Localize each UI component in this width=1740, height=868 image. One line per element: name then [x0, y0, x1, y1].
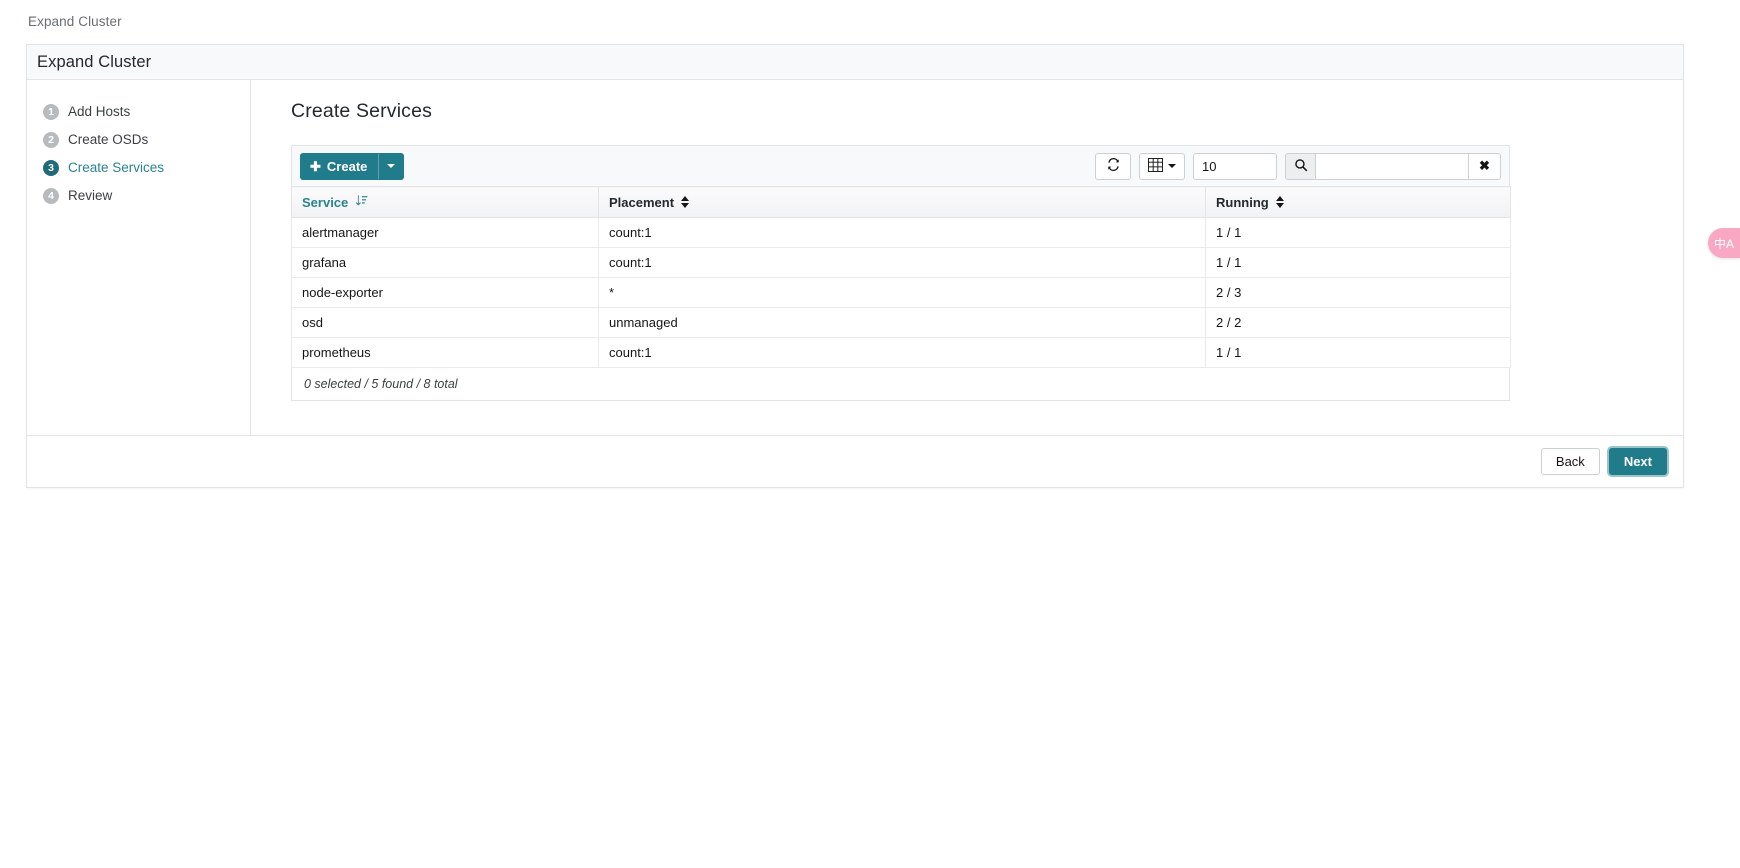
sort-amount-asc-icon [355, 194, 368, 210]
table-row[interactable]: prometheus count:1 1 / 1 [291, 337, 1511, 368]
services-table: Service Placement Running alertmanager c… [291, 186, 1511, 368]
refresh-icon [1106, 157, 1121, 175]
table-header-row: Service Placement Running [291, 186, 1511, 218]
back-button[interactable]: Back [1540, 448, 1600, 475]
sidebar-item-create-services[interactable]: 3 Create Services [27, 154, 250, 182]
translate-icon: 中A [1713, 236, 1734, 251]
sort-icon [681, 196, 690, 208]
column-label: Running [1216, 194, 1269, 210]
cell-running: 1 / 1 [1205, 217, 1511, 248]
sidebar-item-add-hosts[interactable]: 1 Add Hosts [27, 98, 250, 126]
search-group: ✖ [1285, 152, 1501, 180]
table-status-footer: 0 selected / 5 found / 8 total [291, 368, 1510, 401]
datatable-toolbar: ✚ Create 10 ✖ [291, 145, 1510, 186]
wizard-steps: 1 Add Hosts 2 Create OSDs 3 Create Servi… [27, 80, 251, 435]
cell-running: 1 / 1 [1205, 337, 1511, 368]
app-root: Expand Cluster Expand Cluster 1 Add Host… [0, 0, 1740, 868]
step-label: Create OSDs [68, 132, 149, 147]
next-button[interactable]: Next [1608, 448, 1667, 475]
step-label: Create Services [68, 160, 165, 175]
column-header-running[interactable]: Running [1205, 186, 1511, 218]
expand-cluster-panel: Expand Cluster 1 Add Hosts 2 Create OSDs… [26, 44, 1684, 488]
create-button[interactable]: ✚ Create [300, 152, 380, 180]
step-label: Add Hosts [68, 104, 131, 119]
cell-service: node-exporter [291, 277, 599, 308]
step-number-badge: 3 [43, 160, 59, 176]
table-columns-icon [1148, 157, 1163, 175]
clear-search-button[interactable]: ✖ [1468, 152, 1501, 180]
column-label: Service [302, 194, 349, 210]
close-icon: ✖ [1479, 158, 1490, 173]
translate-widget-tab[interactable]: 中A [1708, 228, 1740, 258]
step-label: Review [68, 188, 113, 203]
cell-placement: count:1 [598, 247, 1206, 278]
cell-placement: count:1 [598, 217, 1206, 248]
column-label: Placement [609, 194, 675, 210]
breadcrumb[interactable]: Expand Cluster [28, 14, 122, 29]
page-limit-input[interactable] [1193, 152, 1277, 180]
cell-placement: unmanaged [598, 307, 1206, 338]
table-row[interactable]: grafana count:1 1 / 1 [291, 247, 1511, 278]
table-row[interactable]: node-exporter * 2 / 3 [291, 277, 1511, 308]
create-dropdown-toggle[interactable] [379, 152, 405, 180]
step-number-badge: 4 [43, 188, 59, 204]
cell-service: osd [291, 307, 599, 338]
panel-header: Expand Cluster [27, 45, 1683, 80]
page-title: Expand Cluster [37, 52, 152, 71]
cell-service: grafana [291, 247, 599, 278]
content-heading: Create Services [291, 100, 432, 122]
create-split-button: ✚ Create [300, 152, 405, 180]
cell-running: 2 / 3 [1205, 277, 1511, 308]
sidebar-item-create-osds[interactable]: 2 Create OSDs [27, 126, 250, 154]
chevron-down-icon [387, 164, 396, 168]
wizard-footer: Back Next [27, 435, 1683, 487]
cell-placement: * [598, 277, 1206, 308]
search-input[interactable] [1316, 152, 1468, 180]
step-number-badge: 2 [43, 132, 59, 148]
create-button-label: Create [326, 158, 368, 174]
sidebar-item-review[interactable]: 4 Review [27, 182, 250, 210]
table-row[interactable]: alertmanager count:1 1 / 1 [291, 217, 1511, 248]
column-header-service[interactable]: Service [291, 186, 599, 218]
services-datatable: ✚ Create 10 ✖ Service Placement Running … [291, 145, 1511, 401]
table-row[interactable]: osd unmanaged 2 / 2 [291, 307, 1511, 338]
cell-placement: count:1 [598, 337, 1206, 368]
toolbar-right-controls: ✖ [1095, 152, 1501, 180]
plus-icon: ✚ [310, 158, 321, 174]
column-selector-button[interactable] [1139, 152, 1185, 180]
main-content: Create Services ✚ Create 10 ✖ Service Pl… [251, 80, 1683, 435]
cell-service: prometheus [291, 337, 599, 368]
cell-running: 2 / 2 [1205, 307, 1511, 338]
search-button[interactable] [1285, 152, 1316, 180]
table-body: alertmanager count:1 1 / 1 grafana count… [291, 217, 1511, 368]
search-icon [1294, 158, 1308, 175]
panel-body: 1 Add Hosts 2 Create OSDs 3 Create Servi… [27, 80, 1683, 435]
cell-running: 1 / 1 [1205, 247, 1511, 278]
step-number-badge: 1 [43, 104, 59, 120]
cell-service: alertmanager [291, 217, 599, 248]
chevron-down-icon [1168, 164, 1176, 168]
column-header-placement[interactable]: Placement [598, 186, 1206, 218]
refresh-button[interactable] [1095, 152, 1131, 180]
sort-icon [1275, 196, 1284, 208]
